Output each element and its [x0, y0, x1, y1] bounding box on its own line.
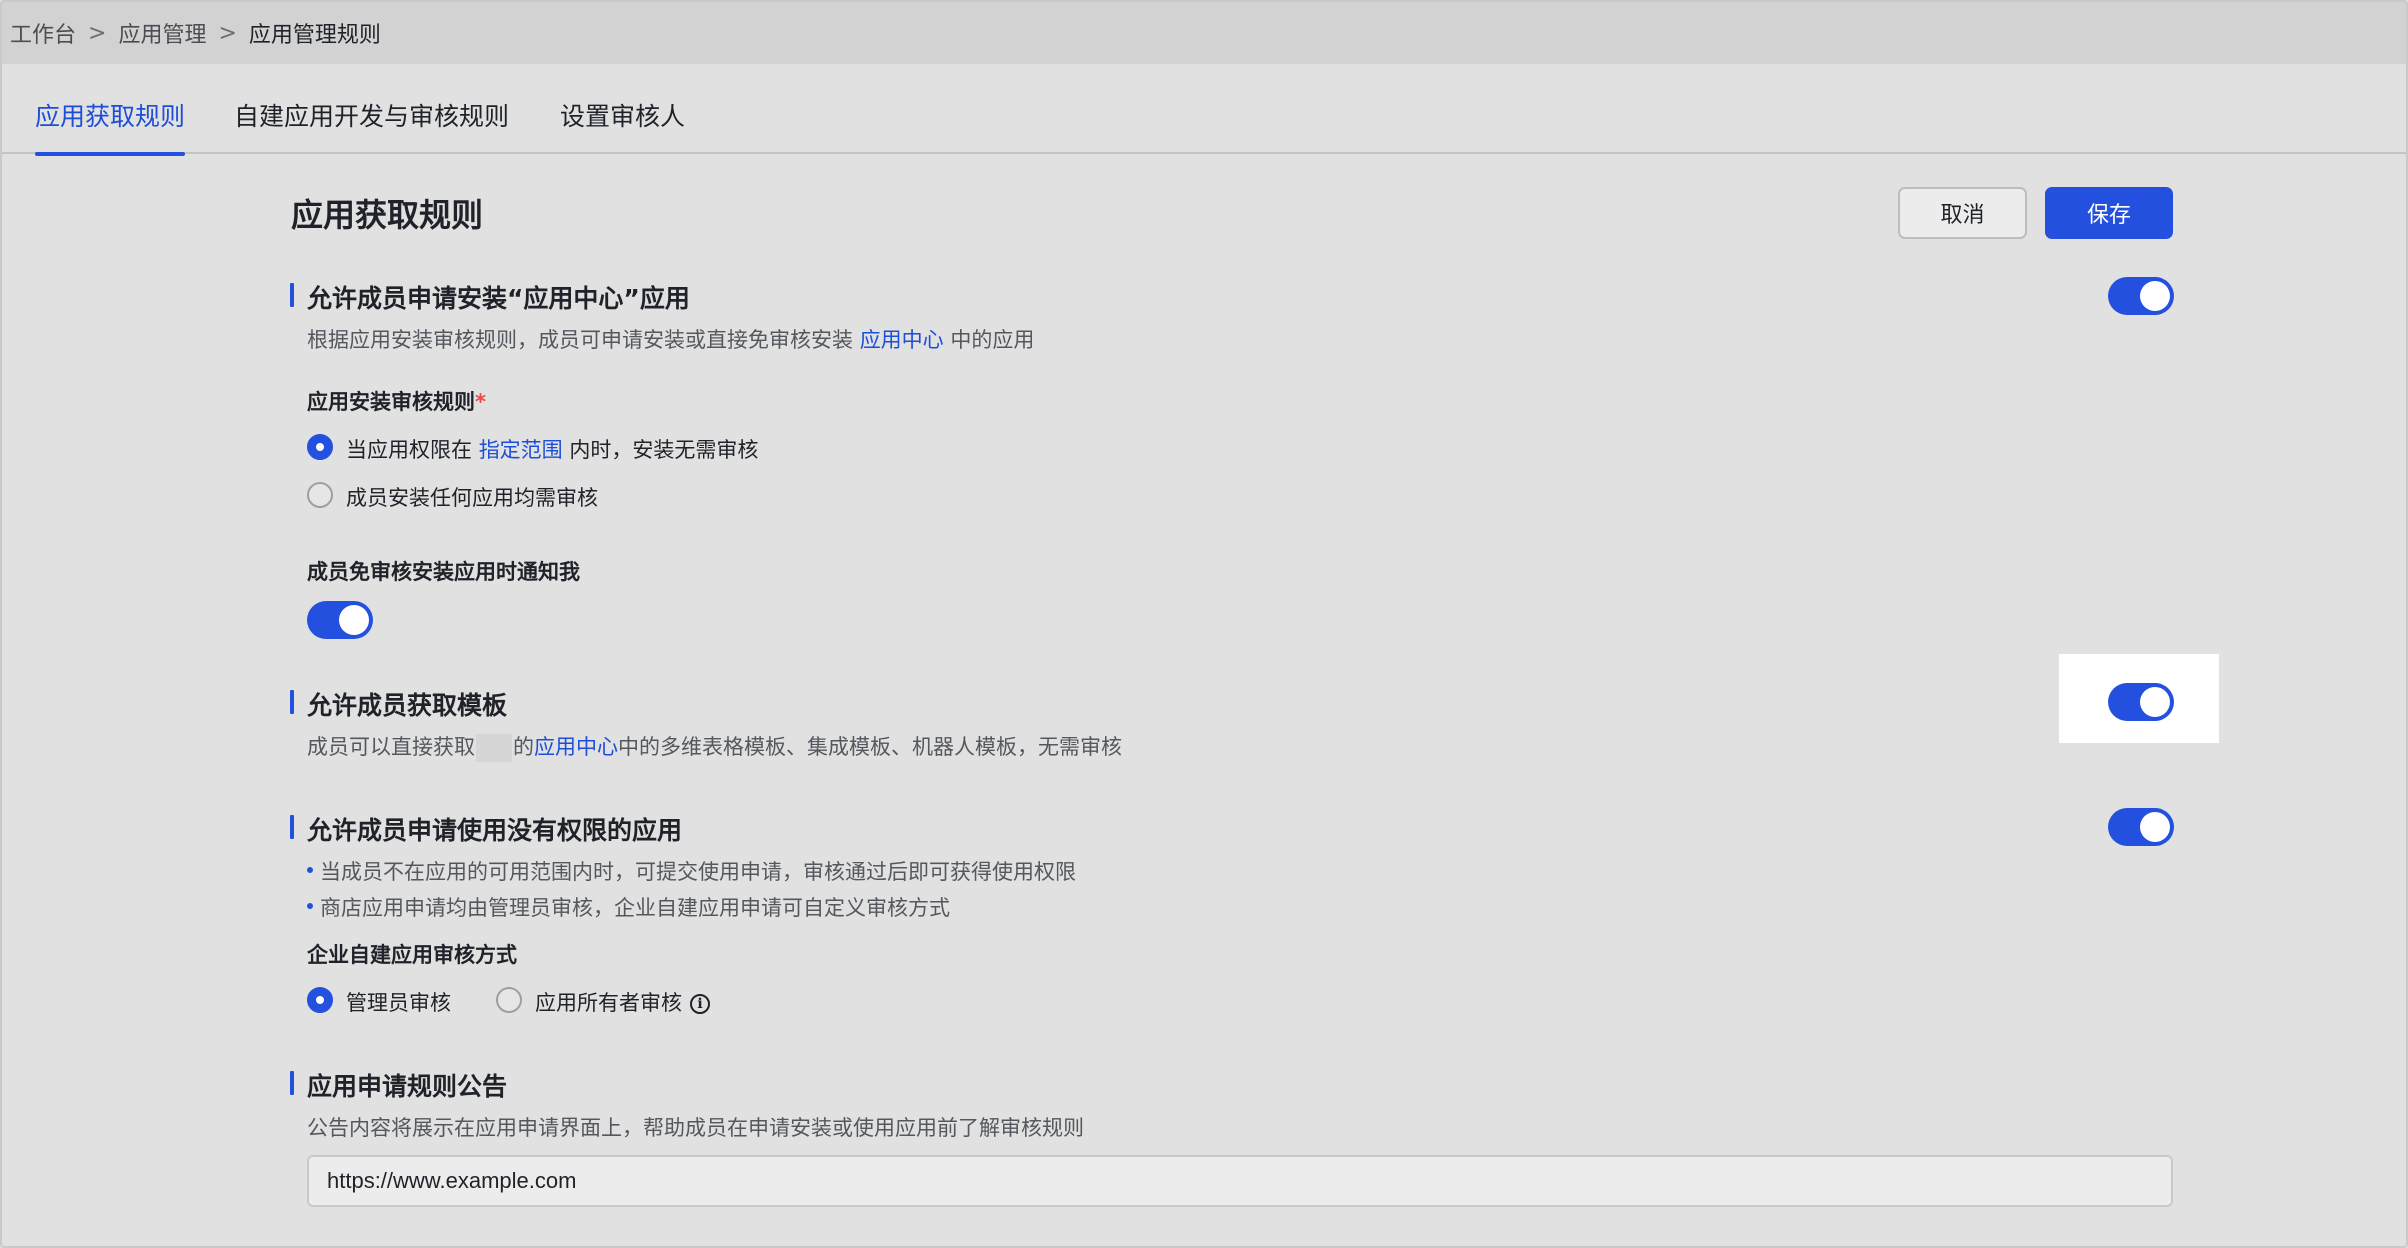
desc-text: 中的多维表格模板、集成模板、机器人模板，无需审核 — [618, 735, 1122, 759]
allow-unauthorized-toggle[interactable] — [2108, 808, 2174, 846]
option-text: 当应用权限在 — [346, 438, 479, 462]
section-title-announcement: 应用申请规则公告 — [307, 1072, 508, 1101]
option-scope-no-review: 当应用权限在 指定范围 内时，安装无需审核 — [346, 434, 758, 464]
app-window: 工作台 > 应用管理 > 应用管理规则 应用获取规则 自建应用开发与审核规则 设… — [0, 0, 2408, 1248]
app-center-link[interactable]: 应用中心 — [534, 735, 618, 759]
option-owner-review: 应用所有者审核 i — [535, 987, 710, 1017]
desc-text: 成员可以直接获取 — [307, 735, 475, 759]
desc-text: 的 — [513, 735, 534, 759]
cancel-button[interactable]: 取消 — [1898, 187, 2027, 239]
option-text: 内时，安装无需审核 — [562, 438, 759, 462]
notify-me-label: 成员免审核安装应用时通知我 — [307, 560, 580, 584]
tab-custom-app-dev-review-rules[interactable]: 自建应用开发与审核规则 — [234, 64, 509, 154]
option-all-require-review[interactable]: 成员安装任何应用均需审核 — [346, 482, 598, 512]
radio-all-require-review[interactable] — [307, 482, 333, 508]
tab-app-acquisition-rules[interactable]: 应用获取规则 — [35, 64, 186, 156]
desc-text: 中的应用 — [943, 328, 1035, 352]
notify-me-toggle[interactable] — [307, 601, 373, 639]
info-icon[interactable]: i — [690, 994, 710, 1014]
radio-admin-review[interactable] — [307, 987, 333, 1013]
section-marker — [290, 815, 294, 839]
specified-scope-link[interactable]: 指定范围 — [479, 438, 563, 462]
label-text: 应用安装审核规则 — [307, 390, 475, 414]
section-marker — [290, 1071, 294, 1095]
bullet-dot — [307, 903, 313, 909]
announcement-input-wrapper — [307, 1155, 2173, 1207]
announcement-input[interactable] — [327, 1168, 2153, 1194]
breadcrumb-workbench[interactable]: 工作台 — [10, 17, 76, 49]
save-button[interactable]: 保存 — [2045, 187, 2173, 239]
section-title-allow-install: 允许成员申请安装“应用中心”应用 — [307, 284, 690, 313]
bullet-item: 当成员不在应用的可用范围内时，可提交使用申请，审核通过后即可获得使用权限 — [320, 860, 1076, 884]
page-title: 应用获取规则 — [291, 196, 484, 234]
app-center-link[interactable]: 应用中心 — [860, 328, 944, 352]
allow-templates-toggle[interactable] — [2108, 683, 2174, 721]
bullet-item: 商店应用申请均由管理员审核，企业自建应用申请可自定义审核方式 — [320, 896, 950, 920]
breadcrumb-app-management[interactable]: 应用管理 — [118, 17, 206, 49]
tab-bar: 应用获取规则 自建应用开发与审核规则 设置审核人 — [2, 64, 2406, 156]
redacted-block — [476, 734, 512, 762]
section-marker — [290, 690, 294, 714]
option-text[interactable]: 应用所有者审核 — [535, 991, 682, 1015]
radio-owner-review[interactable] — [496, 987, 522, 1013]
bullet-dot — [307, 867, 313, 873]
section-title-allow-unauthorized: 允许成员申请使用没有权限的应用 — [307, 816, 683, 845]
custom-app-review-method-label: 企业自建应用审核方式 — [307, 943, 517, 967]
tab-set-reviewer[interactable]: 设置审核人 — [560, 64, 685, 154]
section-desc-allow-templates: 成员可以直接获取 的应用中心中的多维表格模板、集成模板、机器人模板，无需审核 — [307, 731, 1122, 762]
chevron-right-icon: > — [218, 20, 237, 46]
section-desc-announcement: 公告内容将展示在应用申请界面上，帮助成员在申请安装或使用应用前了解审核规则 — [307, 1116, 1084, 1140]
install-review-rule-label: 应用安装审核规则* — [307, 386, 486, 416]
desc-text: 根据应用安装审核规则，成员可申请安装或直接免审核安装 — [307, 328, 860, 352]
section-marker — [290, 283, 294, 307]
breadcrumb: 工作台 > 应用管理 > 应用管理规则 — [2, 2, 2406, 64]
chevron-right-icon: > — [88, 20, 107, 46]
section-desc-allow-install: 根据应用安装审核规则，成员可申请安装或直接免审核安装 应用中心 中的应用 — [307, 324, 1034, 354]
required-mark: * — [475, 390, 486, 414]
allow-install-toggle[interactable] — [2108, 277, 2174, 315]
radio-scope-no-review[interactable] — [307, 434, 333, 460]
breadcrumb-current: 应用管理规则 — [248, 23, 381, 48]
option-admin-review[interactable]: 管理员审核 — [346, 987, 451, 1017]
section-title-allow-templates: 允许成员获取模板 — [307, 691, 508, 720]
